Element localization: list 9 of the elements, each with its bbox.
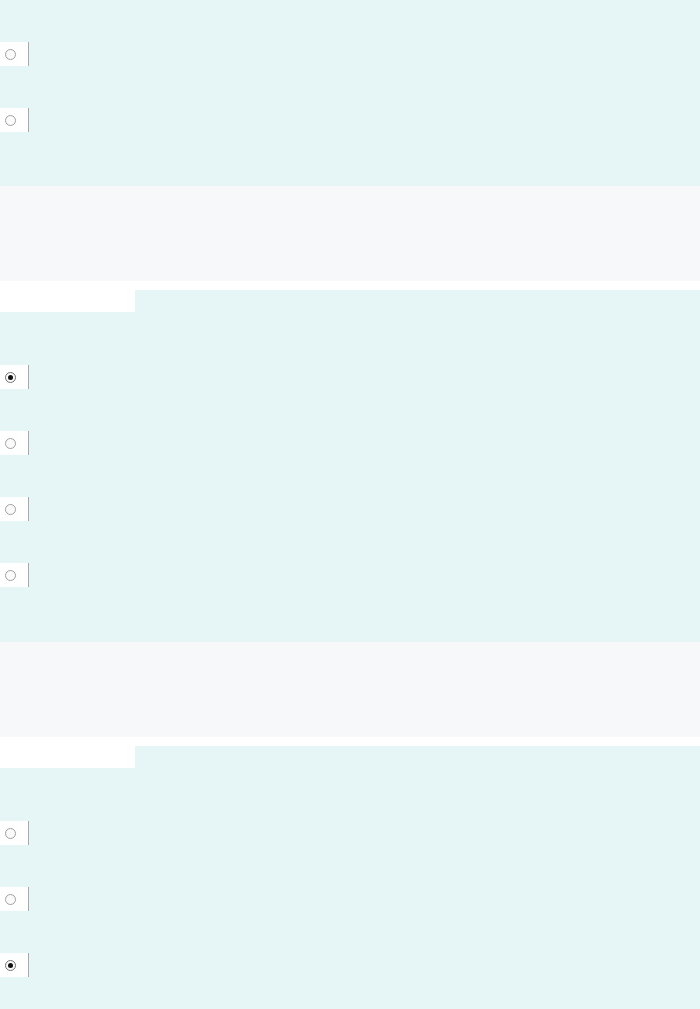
radio-button[interactable] [5,114,16,126]
radio-button[interactable] [5,371,16,383]
radio-button[interactable] [5,503,16,515]
radio-button[interactable] [5,569,16,581]
radio-button[interactable] [5,959,16,971]
radio-button[interactable] [5,827,16,839]
radio-button[interactable] [5,437,16,449]
radio-button[interactable] [5,893,16,905]
radio-button[interactable] [5,48,16,60]
